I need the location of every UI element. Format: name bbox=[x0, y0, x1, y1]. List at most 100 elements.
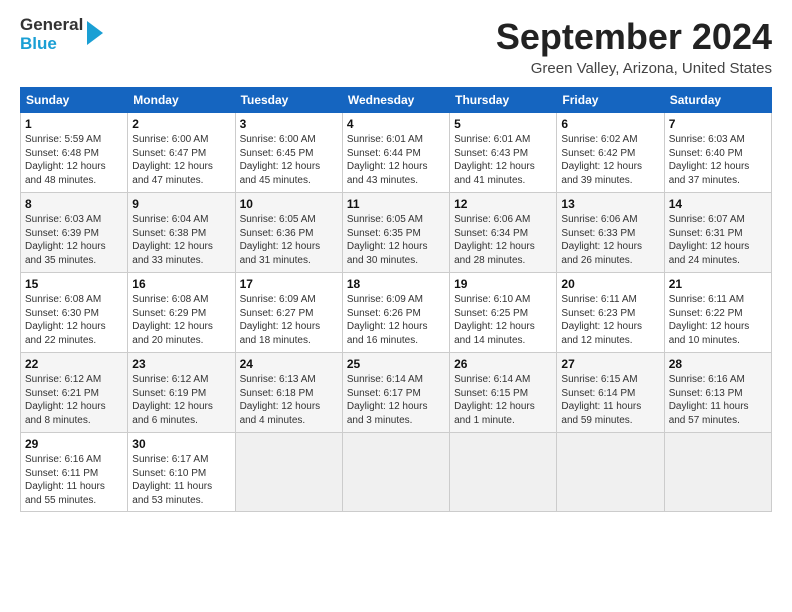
day-info: Sunrise: 6:00 AM Sunset: 6:47 PM Dayligh… bbox=[132, 133, 230, 187]
col-header-sunday: Sunday bbox=[21, 88, 128, 113]
calendar-cell: 29 Sunrise: 6:16 AM Sunset: 6:11 PM Dayli… bbox=[21, 433, 128, 512]
calendar-cell: 20Sunrise: 6:11 AM Sunset: 6:23 PM Dayli… bbox=[557, 273, 664, 353]
day-number: 10 bbox=[240, 197, 338, 211]
calendar-cell: 6 Sunrise: 6:02 AM Sunset: 6:42 PM Daylig… bbox=[557, 113, 664, 193]
calendar-week-4: 22 Sunrise: 6:12 AM Sunset: 6:21 PM Dayli… bbox=[21, 353, 772, 433]
day-info: Sunrise: 6:13 AM Sunset: 6:18 PM Dayligh… bbox=[240, 373, 338, 427]
day-number: 27 bbox=[561, 357, 659, 371]
day-info: Sunrise: 6:08 AM Sunset: 6:29 PM Dayligh… bbox=[132, 293, 230, 347]
col-header-thursday: Thursday bbox=[450, 88, 557, 113]
calendar-cell: 3 Sunrise: 6:00 AM Sunset: 6:45 PM Daylig… bbox=[235, 113, 342, 193]
day-number: 20 bbox=[561, 277, 659, 291]
calendar-week-1: 1 Sunrise: 5:59 AM Sunset: 6:48 PM Daylig… bbox=[21, 113, 772, 193]
day-number: 30 bbox=[132, 437, 230, 451]
calendar-cell: 12 Sunrise: 6:06 AM Sunset: 6:34 PM Dayli… bbox=[450, 193, 557, 273]
col-header-friday: Friday bbox=[557, 88, 664, 113]
calendar-cell: 2 Sunrise: 6:00 AM Sunset: 6:47 PM Daylig… bbox=[128, 113, 235, 193]
day-info: Sunrise: 6:09 AM Sunset: 6:27 PM Dayligh… bbox=[240, 293, 338, 347]
calendar-cell: 1 Sunrise: 5:59 AM Sunset: 6:48 PM Daylig… bbox=[21, 113, 128, 193]
day-info: Sunrise: 6:12 AM Sunset: 6:19 PM Dayligh… bbox=[132, 373, 230, 427]
day-number: 5 bbox=[454, 117, 552, 131]
day-number: 8 bbox=[25, 197, 123, 211]
day-number: 24 bbox=[240, 357, 338, 371]
day-number: 14 bbox=[669, 197, 767, 211]
day-info: Sunrise: 6:09 AM Sunset: 6:26 PM Dayligh… bbox=[347, 293, 445, 347]
day-number: 1 bbox=[25, 117, 123, 131]
day-info: Sunrise: 6:06 AM Sunset: 6:34 PM Dayligh… bbox=[454, 213, 552, 267]
calendar-table: SundayMondayTuesdayWednesdayThursdayFrid… bbox=[20, 87, 772, 512]
calendar-cell: 28 Sunrise: 6:16 AM Sunset: 6:13 PM Dayli… bbox=[664, 353, 771, 433]
calendar-cell: 26 Sunrise: 6:14 AM Sunset: 6:15 PM Dayli… bbox=[450, 353, 557, 433]
day-number: 19 bbox=[454, 277, 552, 291]
calendar-page: General Blue September 2024 Green Valley… bbox=[0, 0, 792, 612]
col-header-saturday: Saturday bbox=[664, 88, 771, 113]
logo-general: General bbox=[20, 15, 83, 34]
logo: General Blue bbox=[20, 16, 103, 53]
day-info: Sunrise: 5:59 AM Sunset: 6:48 PM Dayligh… bbox=[25, 133, 123, 187]
day-info: Sunrise: 6:00 AM Sunset: 6:45 PM Dayligh… bbox=[240, 133, 338, 187]
day-number: 2 bbox=[132, 117, 230, 131]
logo-arrow-icon bbox=[87, 21, 103, 45]
day-number: 18 bbox=[347, 277, 445, 291]
day-number: 22 bbox=[25, 357, 123, 371]
day-info: Sunrise: 6:14 AM Sunset: 6:15 PM Dayligh… bbox=[454, 373, 552, 427]
day-info: Sunrise: 6:03 AM Sunset: 6:39 PM Dayligh… bbox=[25, 213, 123, 267]
day-info: Sunrise: 6:05 AM Sunset: 6:35 PM Dayligh… bbox=[347, 213, 445, 267]
day-number: 29 bbox=[25, 437, 123, 451]
day-info: Sunrise: 6:16 AM Sunset: 6:11 PM Dayligh… bbox=[25, 453, 123, 507]
calendar-cell: 19 Sunrise: 6:10 AM Sunset: 6:25 PM Dayli… bbox=[450, 273, 557, 353]
day-info: Sunrise: 6:05 AM Sunset: 6:36 PM Dayligh… bbox=[240, 213, 338, 267]
calendar-cell: 17Sunrise: 6:09 AM Sunset: 6:27 PM Dayli… bbox=[235, 273, 342, 353]
calendar-cell bbox=[235, 433, 342, 512]
day-info: Sunrise: 6:16 AM Sunset: 6:13 PM Dayligh… bbox=[669, 373, 767, 427]
day-number: 26 bbox=[454, 357, 552, 371]
day-number: 28 bbox=[669, 357, 767, 371]
calendar-header-row: SundayMondayTuesdayWednesdayThursdayFrid… bbox=[21, 88, 772, 113]
calendar-cell: 15Sunrise: 6:08 AM Sunset: 6:30 PM Dayli… bbox=[21, 273, 128, 353]
col-header-wednesday: Wednesday bbox=[342, 88, 449, 113]
calendar-cell: 10 Sunrise: 6:05 AM Sunset: 6:36 PM Dayli… bbox=[235, 193, 342, 273]
day-number: 4 bbox=[347, 117, 445, 131]
calendar-cell: 23 Sunrise: 6:12 AM Sunset: 6:19 PM Dayli… bbox=[128, 353, 235, 433]
day-info: Sunrise: 6:12 AM Sunset: 6:21 PM Dayligh… bbox=[25, 373, 123, 427]
day-number: 13 bbox=[561, 197, 659, 211]
calendar-cell: 9Sunrise: 6:04 AM Sunset: 6:38 PM Daylig… bbox=[128, 193, 235, 273]
day-number: 3 bbox=[240, 117, 338, 131]
day-number: 23 bbox=[132, 357, 230, 371]
location-title: Green Valley, Arizona, United States bbox=[496, 60, 772, 77]
month-title: September 2024 bbox=[496, 16, 772, 58]
calendar-cell: 5Sunrise: 6:01 AM Sunset: 6:43 PM Daylig… bbox=[450, 113, 557, 193]
col-header-tuesday: Tuesday bbox=[235, 88, 342, 113]
day-info: Sunrise: 6:06 AM Sunset: 6:33 PM Dayligh… bbox=[561, 213, 659, 267]
day-info: Sunrise: 6:04 AM Sunset: 6:38 PM Dayligh… bbox=[132, 213, 230, 267]
day-info: Sunrise: 6:17 AM Sunset: 6:10 PM Dayligh… bbox=[132, 453, 230, 507]
title-block: September 2024 Green Valley, Arizona, Un… bbox=[496, 16, 772, 77]
calendar-cell bbox=[342, 433, 449, 512]
calendar-cell: 22 Sunrise: 6:12 AM Sunset: 6:21 PM Dayli… bbox=[21, 353, 128, 433]
day-info: Sunrise: 6:01 AM Sunset: 6:44 PM Dayligh… bbox=[347, 133, 445, 187]
day-info: Sunrise: 6:10 AM Sunset: 6:25 PM Dayligh… bbox=[454, 293, 552, 347]
logo-blue: Blue bbox=[20, 34, 57, 53]
day-number: 6 bbox=[561, 117, 659, 131]
calendar-cell: 16 Sunrise: 6:08 AM Sunset: 6:29 PM Dayli… bbox=[128, 273, 235, 353]
calendar-cell bbox=[664, 433, 771, 512]
calendar-cell: 11Sunrise: 6:05 AM Sunset: 6:35 PM Dayli… bbox=[342, 193, 449, 273]
calendar-cell bbox=[557, 433, 664, 512]
day-number: 7 bbox=[669, 117, 767, 131]
day-info: Sunrise: 6:15 AM Sunset: 6:14 PM Dayligh… bbox=[561, 373, 659, 427]
day-number: 12 bbox=[454, 197, 552, 211]
calendar-week-3: 15Sunrise: 6:08 AM Sunset: 6:30 PM Dayli… bbox=[21, 273, 772, 353]
calendar-cell: 7Sunrise: 6:03 AM Sunset: 6:40 PM Daylig… bbox=[664, 113, 771, 193]
calendar-cell: 18 Sunrise: 6:09 AM Sunset: 6:26 PM Dayli… bbox=[342, 273, 449, 353]
calendar-cell: 13 Sunrise: 6:06 AM Sunset: 6:33 PM Dayli… bbox=[557, 193, 664, 273]
day-info: Sunrise: 6:02 AM Sunset: 6:42 PM Dayligh… bbox=[561, 133, 659, 187]
calendar-cell: 25Sunrise: 6:14 AM Sunset: 6:17 PM Dayli… bbox=[342, 353, 449, 433]
calendar-week-5: 29 Sunrise: 6:16 AM Sunset: 6:11 PM Dayli… bbox=[21, 433, 772, 512]
day-number: 16 bbox=[132, 277, 230, 291]
calendar-cell: 27 Sunrise: 6:15 AM Sunset: 6:14 PM Dayli… bbox=[557, 353, 664, 433]
calendar-cell: 4 Sunrise: 6:01 AM Sunset: 6:44 PM Daylig… bbox=[342, 113, 449, 193]
calendar-cell: 30 Sunrise: 6:17 AM Sunset: 6:10 PM Dayli… bbox=[128, 433, 235, 512]
calendar-cell: 24 Sunrise: 6:13 AM Sunset: 6:18 PM Dayli… bbox=[235, 353, 342, 433]
calendar-cell: 14Sunrise: 6:07 AM Sunset: 6:31 PM Dayli… bbox=[664, 193, 771, 273]
calendar-cell bbox=[450, 433, 557, 512]
